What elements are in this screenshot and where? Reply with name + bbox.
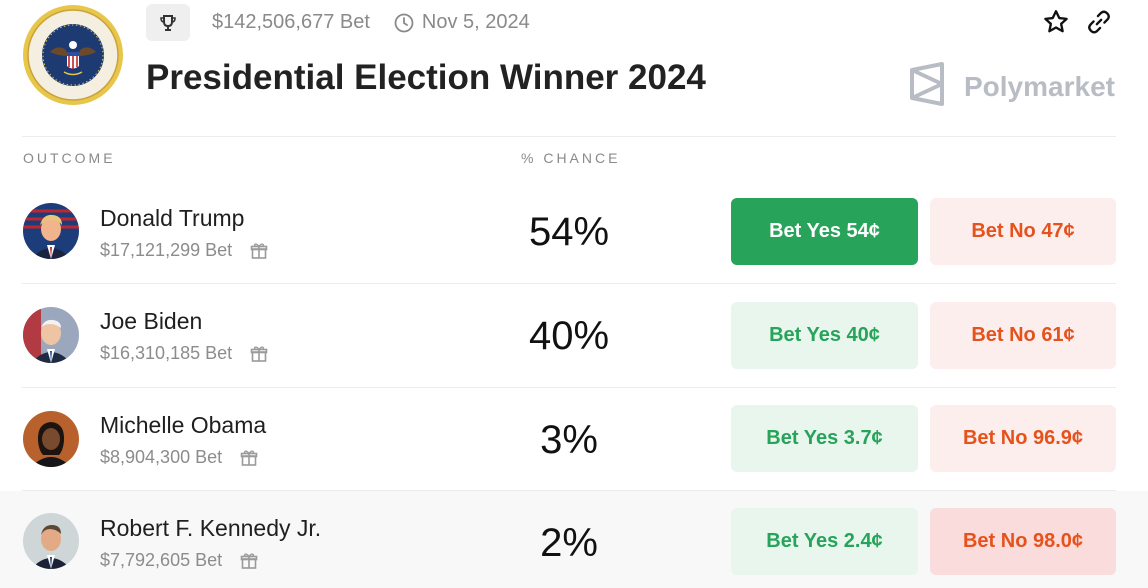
bet-yes-button[interactable]: Bet Yes 2.4¢ xyxy=(731,508,918,575)
avatar xyxy=(23,411,79,467)
table-row[interactable]: Michelle Obama $8,904,300 Bet 3% Bet Yes… xyxy=(0,388,1148,491)
header-actions xyxy=(1042,8,1112,36)
presidential-seal-icon xyxy=(22,4,124,106)
bet-no-button[interactable]: Bet No 98.0¢ xyxy=(930,508,1116,575)
gift-icon[interactable] xyxy=(250,345,268,363)
outcome-volume: $8,904,300 Bet xyxy=(100,447,258,468)
outcome-name[interactable]: Joe Biden xyxy=(100,308,202,335)
avatar xyxy=(23,307,79,363)
polymarket-brand: Polymarket xyxy=(908,62,1115,111)
trophy-icon xyxy=(146,4,190,41)
column-header-chance: % CHANCE xyxy=(521,150,621,166)
outcome-name[interactable]: Michelle Obama xyxy=(100,412,266,439)
gift-icon[interactable] xyxy=(240,552,258,570)
brand-name: Polymarket xyxy=(964,70,1115,102)
link-icon[interactable] xyxy=(1086,9,1112,35)
bet-yes-button[interactable]: Bet Yes 40¢ xyxy=(731,302,918,369)
gift-icon[interactable] xyxy=(240,449,258,467)
outcome-name[interactable]: Donald Trump xyxy=(100,205,244,232)
page-title: Presidential Election Winner 2024 xyxy=(146,58,706,97)
bet-yes-button[interactable]: Bet Yes 54¢ xyxy=(731,198,918,265)
bet-no-button[interactable]: Bet No 47¢ xyxy=(930,198,1116,265)
chance-value: 40% xyxy=(528,314,610,358)
outcome-volume-text: $8,904,300 Bet xyxy=(100,447,223,467)
table-row[interactable]: Robert F. Kennedy Jr. $7,792,605 Bet 2% … xyxy=(0,491,1148,588)
outcome-volume: $16,310,185 Bet xyxy=(100,343,268,364)
chance-value: 2% xyxy=(540,521,598,565)
bet-no-button[interactable]: Bet No 96.9¢ xyxy=(930,405,1116,472)
avatar xyxy=(23,513,79,569)
outcome-name[interactable]: Robert F. Kennedy Jr. xyxy=(100,515,321,542)
bet-no-button[interactable]: Bet No 61¢ xyxy=(930,302,1116,369)
polymarket-logo-icon xyxy=(908,62,946,111)
outcome-volume-text: $17,121,299 Bet xyxy=(100,240,233,260)
header-divider xyxy=(22,136,1116,137)
outcome-volume: $7,792,605 Bet xyxy=(100,550,258,571)
market-meta: $142,506,677 Bet Nov 5, 2024 xyxy=(146,4,530,41)
outcome-volume-text: $16,310,185 Bet xyxy=(100,343,233,363)
column-header-outcome: OUTCOME xyxy=(23,150,116,166)
clock-icon xyxy=(394,13,414,33)
bet-yes-button[interactable]: Bet Yes 3.7¢ xyxy=(731,405,918,472)
star-icon[interactable] xyxy=(1042,8,1070,36)
avatar xyxy=(23,203,79,259)
table-row[interactable]: Donald Trump $17,121,299 Bet 54% Bet Yes… xyxy=(0,180,1148,283)
end-date: Nov 5, 2024 xyxy=(421,11,530,33)
chance-value: 3% xyxy=(540,418,598,462)
gift-icon[interactable] xyxy=(250,242,268,260)
market-header: $142,506,677 Bet Nov 5, 2024 Presidentia… xyxy=(0,0,1148,136)
table-row[interactable]: Joe Biden $16,310,185 Bet 40% Bet Yes 40… xyxy=(0,284,1148,387)
outcome-volume-text: $7,792,605 Bet xyxy=(100,550,223,570)
outcome-volume: $17,121,299 Bet xyxy=(100,240,268,261)
chance-value: 54% xyxy=(528,210,610,254)
total-volume: $142,506,677 Bet xyxy=(212,11,370,33)
